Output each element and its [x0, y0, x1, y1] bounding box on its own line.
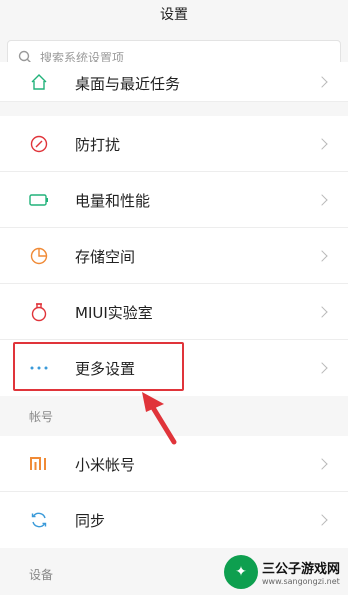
settings-item-label: 小米帐号: [75, 455, 136, 474]
settings-item-battery[interactable]: 电量和性能: [0, 172, 348, 228]
settings-item-sync[interactable]: 同步: [0, 492, 348, 548]
settings-item-home[interactable]: 桌面与最近任务: [0, 62, 348, 102]
section-header-label: 帐号: [29, 410, 54, 424]
chevron-right-icon: [316, 250, 328, 262]
settings-item-label: 防打扰: [75, 135, 121, 154]
home-icon: [28, 71, 50, 93]
page-title: 设置: [160, 7, 188, 23]
chevron-right-icon: [316, 138, 328, 150]
do-not-disturb-icon: [28, 133, 50, 155]
settings-item-label: 同步: [75, 511, 106, 530]
lab-flask-icon: [28, 301, 50, 323]
section-header-label: 设备: [29, 568, 54, 582]
settings-item-lab[interactable]: MIUI实验室: [0, 284, 348, 340]
settings-item-label: 存储空间: [75, 247, 136, 266]
chevron-right-icon: [316, 306, 328, 318]
divider: [0, 101, 348, 102]
battery-icon: [28, 189, 50, 211]
chevron-right-icon: [316, 362, 328, 374]
title-bar: 设置: [0, 0, 348, 34]
sync-icon: [28, 509, 50, 531]
watermark-url: www.sangongzi.net: [262, 577, 340, 586]
highlight-box: [13, 342, 184, 391]
settings-item-label: MIUI实验室: [75, 303, 153, 322]
chevron-right-icon: [316, 76, 328, 88]
mi-logo-icon: [28, 453, 50, 475]
annotation-arrow-icon: [142, 392, 177, 445]
settings-item-label: 桌面与最近任务: [75, 75, 181, 93]
settings-item-label: 电量和性能: [75, 191, 151, 210]
watermark-logo-icon: ✦: [224, 555, 258, 589]
chevron-right-icon: [316, 514, 328, 526]
settings-item-storage[interactable]: 存储空间: [0, 228, 348, 284]
chevron-right-icon: [316, 194, 328, 206]
settings-item-dnd[interactable]: 防打扰: [0, 116, 348, 172]
storage-pie-icon: [28, 245, 50, 267]
chevron-right-icon: [316, 458, 328, 470]
watermark: ✦ 三公子游戏网 www.sangongzi.net: [224, 553, 344, 591]
watermark-title: 三公子游戏网: [262, 562, 341, 577]
